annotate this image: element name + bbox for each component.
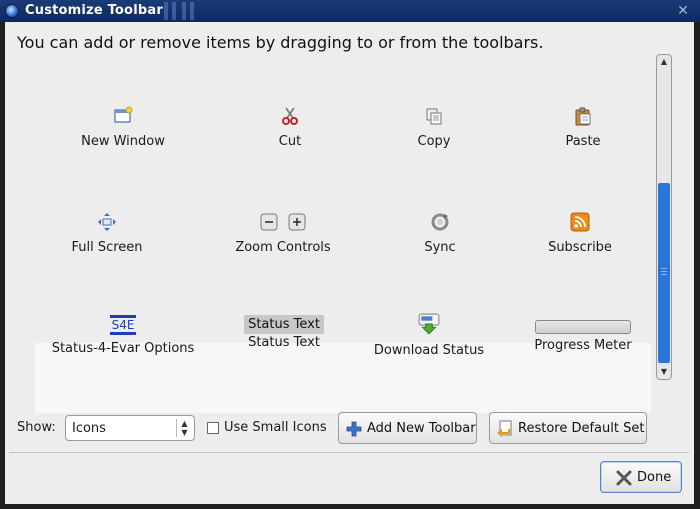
palette-item-label: Zoom Controls (235, 240, 331, 255)
window-title: Customize Toolbar (25, 3, 163, 18)
close-icon[interactable]: ✕ (675, 3, 691, 19)
scroll-down-icon[interactable]: ▼ (657, 365, 671, 379)
show-mode-select[interactable]: Icons ▲ ▼ (65, 415, 195, 441)
sync-icon (431, 213, 449, 231)
instructions-heading: You can add or remove items by dragging … (17, 33, 544, 52)
palette-item-zoom-controls[interactable]: Zoom Controls (208, 212, 358, 255)
use-small-icons-label[interactable]: Use Small Icons (224, 420, 327, 435)
palette-item-full-screen[interactable]: Full Screen (32, 212, 182, 255)
palette-item-label: Progress Meter (534, 338, 632, 353)
palette-item-download-status[interactable]: Download Status (354, 313, 504, 358)
show-mode-value: Icons (72, 421, 106, 436)
palette-item-subscribe[interactable]: Subscribe (505, 212, 655, 255)
palette-item-paste[interactable]: Paste (508, 106, 658, 149)
copy-icon (426, 108, 442, 125)
download-status-icon (418, 313, 440, 335)
palette-item-label: Status-4-Evar Options (51, 341, 195, 356)
palette-item-sync[interactable]: Sync (365, 212, 515, 255)
palette-item-new-window[interactable]: New Window (48, 106, 198, 149)
scroll-up-icon[interactable]: ▲ (657, 55, 671, 69)
status-text-preview: Status Text (244, 315, 324, 334)
done-button[interactable]: Done (600, 461, 682, 493)
palette-item-status-4-evar[interactable]: S4E Status-4-Evar Options (48, 315, 198, 356)
palette-item-label: Sync (424, 240, 456, 255)
palette-item-copy[interactable]: Copy (359, 106, 509, 149)
progress-meter-preview (535, 320, 631, 334)
palette-item-cut[interactable]: Cut (215, 106, 365, 149)
palette-item-label: New Window (81, 134, 165, 149)
palette-item-label: Full Screen (71, 240, 143, 255)
app-logo-icon (5, 4, 19, 18)
palette-item-label: Download Status (373, 343, 485, 358)
new-window-icon (114, 106, 133, 123)
rss-icon (570, 212, 590, 232)
select-arrows-icon: ▲ ▼ (176, 419, 190, 437)
palette-item-status-text[interactable]: Status Text Status Text (209, 315, 359, 350)
separator (9, 452, 689, 453)
palette-item-label: Copy (417, 134, 451, 149)
palette-scrollbar[interactable]: ▲ ▼ (656, 54, 672, 380)
close-x-icon (616, 470, 632, 486)
title-decoration (158, 2, 204, 20)
restore-icon (497, 420, 512, 437)
add-new-toolbar-button[interactable]: Add New Toolbar (338, 412, 477, 444)
palette-item-label: Paste (565, 134, 601, 149)
show-label: Show: (17, 420, 56, 435)
palette-item-progress-meter[interactable]: Progress Meter (508, 320, 658, 353)
restore-default-set-button[interactable]: Restore Default Set (489, 412, 647, 444)
palette-item-label: Subscribe (548, 240, 612, 255)
paste-icon (575, 107, 591, 126)
title-bar: Customize Toolbar ✕ (0, 0, 700, 22)
use-small-icons-checkbox[interactable] (207, 422, 219, 434)
s4e-badge-icon: S4E (109, 315, 137, 335)
customize-dialog: You can add or remove items by dragging … (5, 22, 694, 504)
scissors-icon (282, 107, 298, 125)
palette-item-label: Status Text (248, 335, 320, 350)
toolbar-item-palette: New Window Cut Copy Paste Full Screen Zo… (5, 54, 677, 413)
zoom-controls-icon (260, 212, 306, 232)
add-icon (346, 421, 362, 437)
palette-item-label: Cut (278, 134, 302, 149)
fullscreen-icon (98, 213, 116, 231)
scrollbar-thumb[interactable] (658, 183, 670, 363)
